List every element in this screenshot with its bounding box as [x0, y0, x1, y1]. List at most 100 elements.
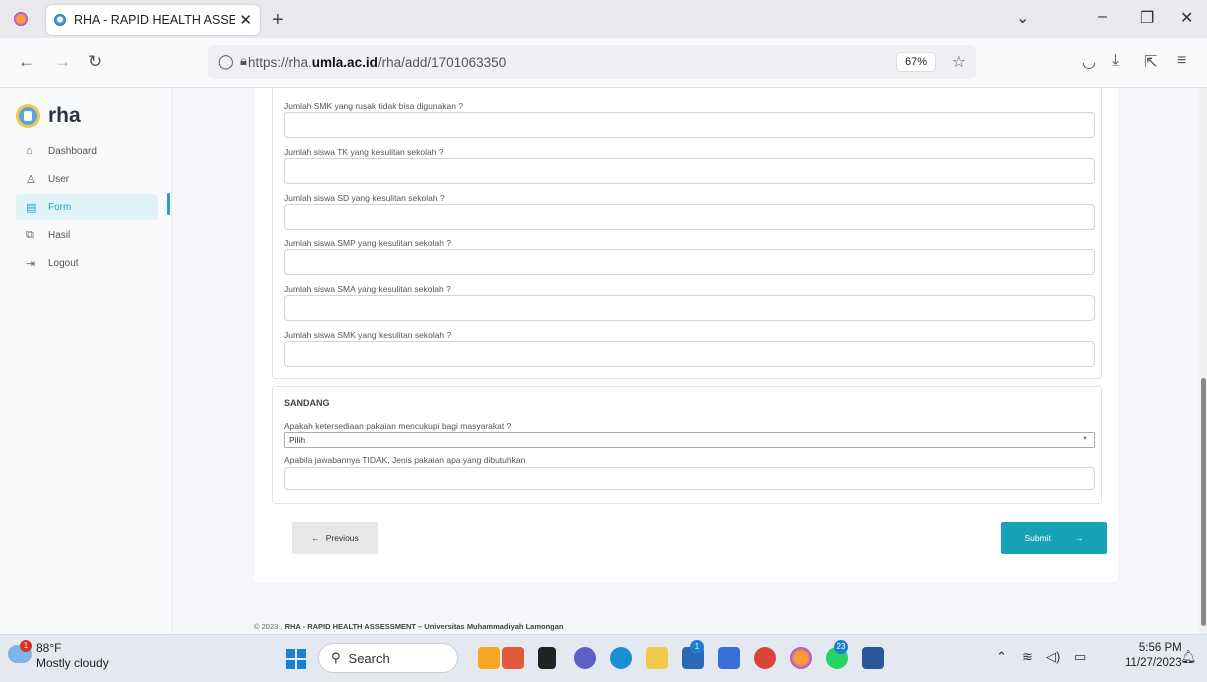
- weather-alert-badge: 1: [20, 640, 32, 652]
- home-icon: ⌂: [26, 145, 33, 157]
- site-favicon-icon: [54, 14, 66, 26]
- url-text: https://rha.umla.ac.id/rha/add/170106335…: [248, 54, 507, 70]
- brand-logo-icon: [16, 104, 40, 128]
- question-label: Jumlah siswa SMK yang kesulitan sekolah …: [284, 330, 452, 340]
- arrow-right-icon: →: [1074, 533, 1084, 543]
- windows-taskbar: 1 88°F Mostly cloudy ⚲ Search 1 23 ⌃ ≋ ◁…: [0, 634, 1207, 682]
- chrome-icon[interactable]: [754, 647, 776, 669]
- arrow-left-icon: ←: [311, 533, 320, 543]
- chevron-down-icon: ▼: [1082, 436, 1088, 442]
- clock[interactable]: 5:56 PM 11/27/2023: [1125, 641, 1182, 671]
- url-bar[interactable]: ◯ 🔒︎ https://rha.umla.ac.id/rha/add/1701…: [208, 45, 976, 79]
- logout-icon: ⇥: [26, 257, 36, 270]
- firefox-icon[interactable]: [790, 647, 812, 669]
- question-input[interactable]: [284, 204, 1095, 230]
- file-explorer-icon[interactable]: [646, 647, 668, 669]
- browser-nav-bar: ← → ↻ ◯ 🔒︎ https://rha.umla.ac.id/rha/ad…: [0, 38, 1207, 88]
- browser-tab-bar: RHA - RAPID HEALTH ASSESSM ✕ + ⌄ – ❐ ✕: [0, 0, 1207, 38]
- question-label: Jumlah siswa SMA yang kesulitan sekolah …: [284, 284, 451, 294]
- question-label: Jumlah SMK yang rusak tidak bisa digunak…: [284, 101, 464, 111]
- section-heading: SANDANG: [284, 398, 330, 408]
- word-icon[interactable]: [862, 647, 884, 669]
- page-viewport: rha ⌂ Dashboard ♙ User ▤ Form ⧉ Hasil ⇥ …: [0, 88, 1199, 634]
- sidebar-item-dashboard[interactable]: ⌂ Dashboard: [16, 138, 158, 164]
- pocket-icon[interactable]: ◡: [1082, 52, 1096, 72]
- user-icon: ♙: [26, 173, 36, 186]
- submit-label: Submit: [1024, 533, 1051, 543]
- reload-icon[interactable]: ↻: [88, 52, 102, 72]
- zoom-level[interactable]: 67%: [895, 52, 936, 72]
- scrollbar-thumb[interactable]: [1201, 378, 1206, 626]
- question-label: Jumlah siswa SD yang kesulitan sekolah ?: [284, 193, 445, 203]
- date: 11/27/2023: [1125, 657, 1182, 669]
- whatsapp-badge: 23: [834, 640, 848, 654]
- edge-icon[interactable]: [610, 647, 632, 669]
- chevron-up-icon[interactable]: ⌃: [996, 649, 1007, 665]
- browser-tab[interactable]: RHA - RAPID HEALTH ASSESSM ✕: [46, 5, 260, 35]
- lock-icon[interactable]: 🔒︎: [240, 53, 247, 69]
- download-icon[interactable]: ⤓: [1112, 52, 1119, 70]
- menu-icon[interactable]: ≡: [1177, 52, 1186, 70]
- widgets-icon[interactable]: [478, 647, 500, 669]
- question-input[interactable]: [284, 295, 1095, 321]
- sidebar-item-label: User: [48, 173, 70, 185]
- sidebar-item-hasil[interactable]: ⧉ Hasil: [16, 222, 158, 248]
- question-label: Jumlah siswa SMP yang kesulitan sekolah …: [284, 238, 452, 248]
- previous-label: Previous: [325, 533, 359, 543]
- bookmark-star-icon[interactable]: ☆: [952, 52, 966, 72]
- submit-button[interactable]: Submit →: [1001, 522, 1107, 554]
- sidebar-item-logout[interactable]: ⇥ Logout: [16, 250, 158, 276]
- notification-bell-icon[interactable]: 🔔︎: [1180, 649, 1197, 665]
- tab-list-chevron-icon[interactable]: ⌄: [1016, 8, 1029, 28]
- task-view-icon[interactable]: [538, 647, 556, 669]
- taskbar-search[interactable]: ⚲ Search: [318, 643, 458, 673]
- active-indicator: [167, 193, 170, 215]
- question-label: Apakah ketersediaan pakaian mencukupi ba…: [284, 421, 512, 431]
- editor-icon[interactable]: [718, 647, 740, 669]
- app-icon[interactable]: [502, 647, 524, 669]
- back-icon[interactable]: ←: [18, 52, 35, 72]
- sidebar-item-label: Form: [48, 201, 72, 213]
- store-badge: 1: [690, 640, 704, 654]
- question-input[interactable]: [284, 341, 1095, 367]
- sidebar-item-label: Hasil: [48, 229, 71, 241]
- restore-icon[interactable]: ❐: [1140, 8, 1154, 28]
- previous-button[interactable]: ← Previous: [292, 522, 378, 554]
- close-tab-icon[interactable]: ✕: [239, 11, 252, 29]
- battery-icon[interactable]: ▭: [1074, 649, 1086, 665]
- question-label: Apabila jawabannya TIDAK, Jenis pakaian …: [284, 455, 526, 465]
- share-icon[interactable]: ⇱: [1144, 52, 1157, 72]
- wifi-icon[interactable]: ≋: [1022, 649, 1033, 665]
- close-window-icon[interactable]: ✕: [1180, 8, 1193, 28]
- question-input[interactable]: [284, 112, 1095, 138]
- select-value: Pilih: [289, 435, 306, 445]
- sidebar: rha ⌂ Dashboard ♙ User ▤ Form ⧉ Hasil ⇥ …: [0, 88, 172, 634]
- sidebar-item-form[interactable]: ▤ Form: [16, 194, 158, 220]
- sidebar-item-user[interactable]: ♙ User: [16, 166, 158, 192]
- forward-icon[interactable]: →: [54, 52, 71, 72]
- question-input[interactable]: [284, 158, 1095, 184]
- shield-icon[interactable]: ◯: [218, 53, 234, 70]
- volume-icon[interactable]: ◁): [1046, 649, 1060, 665]
- new-tab-icon[interactable]: +: [272, 9, 284, 32]
- minimize-icon[interactable]: –: [1098, 8, 1107, 26]
- tab-title: RHA - RAPID HEALTH ASSESSM: [74, 13, 236, 27]
- clothing-sufficiency-select[interactable]: Pilih ▼: [284, 432, 1095, 448]
- windows-start-icon[interactable]: [286, 649, 306, 669]
- sidebar-item-label: Logout: [48, 257, 79, 269]
- search-label: Search: [348, 650, 390, 666]
- weather-widget[interactable]: 88°F Mostly cloudy: [36, 641, 109, 671]
- time: 5:56 PM: [1138, 642, 1182, 654]
- teams-icon[interactable]: [574, 647, 596, 669]
- form-icon: ▤: [26, 201, 37, 214]
- weather-temp: 88°F: [36, 641, 62, 655]
- question-input[interactable]: [284, 249, 1095, 275]
- sidebar-item-label: Dashboard: [48, 145, 97, 157]
- weather-desc: Mostly cloudy: [36, 656, 109, 670]
- firefox-menu-icon[interactable]: [14, 12, 28, 26]
- search-icon: ⚲: [331, 650, 341, 665]
- clothing-needs-input[interactable]: [284, 467, 1095, 490]
- footer: © 2023 , RHA - RAPID HEALTH ASSESSMENT –…: [254, 622, 564, 631]
- copy-icon: ⧉: [26, 228, 34, 241]
- brand[interactable]: rha: [16, 104, 81, 128]
